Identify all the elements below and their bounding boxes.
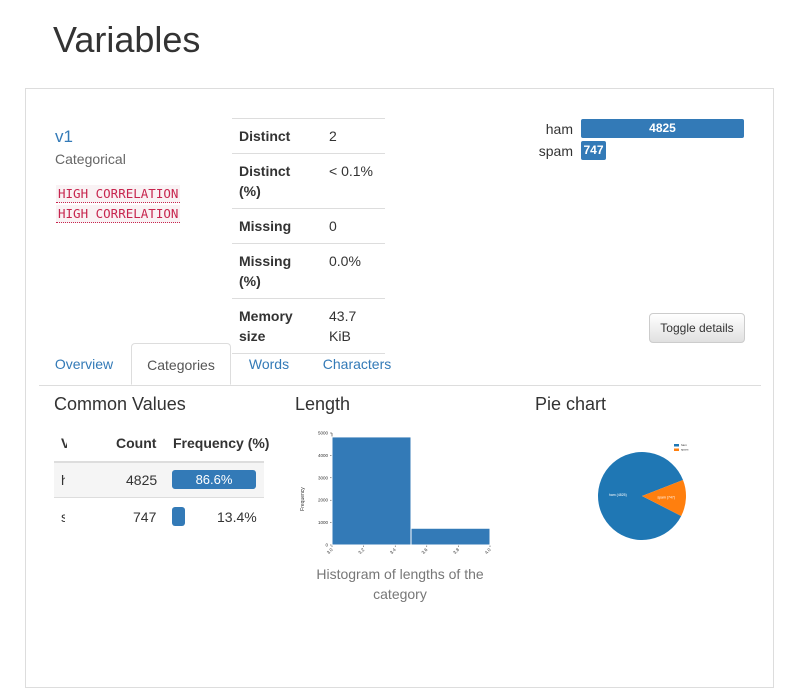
stat-label: Missing (%) <box>232 243 322 299</box>
toggle-details-button[interactable]: Toggle details <box>649 313 745 343</box>
header-count: Count <box>116 435 157 451</box>
stat-label: Distinct <box>232 118 322 154</box>
legend-label: ham <box>681 443 687 447</box>
cell-value: s <box>61 509 65 525</box>
legend-swatch <box>674 444 679 447</box>
tab-overview[interactable]: Overview <box>44 343 124 385</box>
stats-row: Distinct (%) < 0.1% <box>232 153 385 209</box>
table-row: s 747 13.4% <box>54 498 264 535</box>
tab-bar: Overview Categories Words Characters <box>39 343 761 386</box>
mini-chart-label-spam: spam <box>538 143 573 159</box>
header-frequency: Frequency (%) <box>173 435 270 451</box>
y-tick-label: 1000 <box>318 520 329 525</box>
variable-type: Categorical <box>55 151 126 167</box>
pie-slice-label: ham (4825) <box>609 493 627 497</box>
stats-row: Missing (%) 0.0% <box>232 243 385 299</box>
pie-slice-label: spam (747) <box>657 495 675 499</box>
histogram-bar <box>331 436 412 546</box>
length-title: Length <box>295 394 351 414</box>
stat-value: 0 <box>322 208 385 244</box>
mini-chart-bar-spam: 747 <box>581 141 606 160</box>
stat-value: 0.0% <box>322 243 385 299</box>
cell-frequency: 13.4% <box>217 509 257 525</box>
x-tick-label: 4.0 <box>484 547 492 555</box>
y-tick-label: 2000 <box>318 498 329 503</box>
cell-count: 747 <box>133 509 157 525</box>
stats-row: Distinct 2 <box>232 118 385 154</box>
page-title: Variables <box>53 19 201 60</box>
y-axis-label: Frequency <box>300 487 306 511</box>
stats-table: Distinct 2 Distinct (%) < 0.1% Missing 0 Mi… <box>232 118 385 354</box>
stat-value: 2 <box>322 118 385 154</box>
frequency-bar <box>172 507 185 526</box>
histogram-bar <box>410 527 491 546</box>
pie-chart-title: Pie chart <box>535 394 607 414</box>
stat-label: Distinct (%) <box>232 153 322 209</box>
stat-label: Missing <box>232 208 322 244</box>
tab-categories[interactable]: Categories <box>131 343 231 385</box>
header-value: V <box>61 435 67 451</box>
length-histogram: 0100020003000400050003.0 3.2 3.4 3.6 3.8 4.0 … <box>300 431 492 556</box>
table-row: h 4825 86.6% <box>54 461 264 498</box>
x-tick-label: 3.4 <box>389 547 397 555</box>
variable-name-link[interactable]: v1 <box>55 127 73 147</box>
y-tick-label: 3000 <box>318 475 329 480</box>
alert-badge[interactable]: HIGH CORRELATION <box>56 205 181 223</box>
x-tick-label: 3.2 <box>357 547 365 555</box>
histogram-caption: Histogram of lengths of the category <box>316 566 484 602</box>
cell-value: h <box>61 472 65 488</box>
frequency-bar: 86.6% <box>172 470 256 489</box>
common-values-title: Common Values <box>54 394 186 414</box>
legend-swatch <box>674 448 679 451</box>
y-tick-label: 5000 <box>318 431 329 436</box>
x-tick-label: 3.8 <box>452 547 460 555</box>
x-tick-label: 3.6 <box>421 547 429 555</box>
tab-characters[interactable]: Characters <box>309 343 405 385</box>
cell-count: 4825 <box>126 472 158 488</box>
alert-badge[interactable]: HIGH CORRELATION <box>56 185 181 203</box>
y-tick-label: 0 <box>325 543 328 548</box>
y-tick-label: 4000 <box>318 453 329 458</box>
legend-label: spam <box>681 448 689 452</box>
mini-chart-bar-ham: 4825 <box>581 119 744 138</box>
tab-words[interactable]: Words <box>238 343 300 385</box>
x-tick-label: 3.0 <box>326 547 334 555</box>
mini-chart-label-ham: ham <box>545 121 573 137</box>
stats-row: Missing 0 <box>232 208 385 244</box>
stat-value: < 0.1% <box>322 153 385 209</box>
category-pie-chart: ham (4825) spam (747) hamspam <box>598 443 689 540</box>
